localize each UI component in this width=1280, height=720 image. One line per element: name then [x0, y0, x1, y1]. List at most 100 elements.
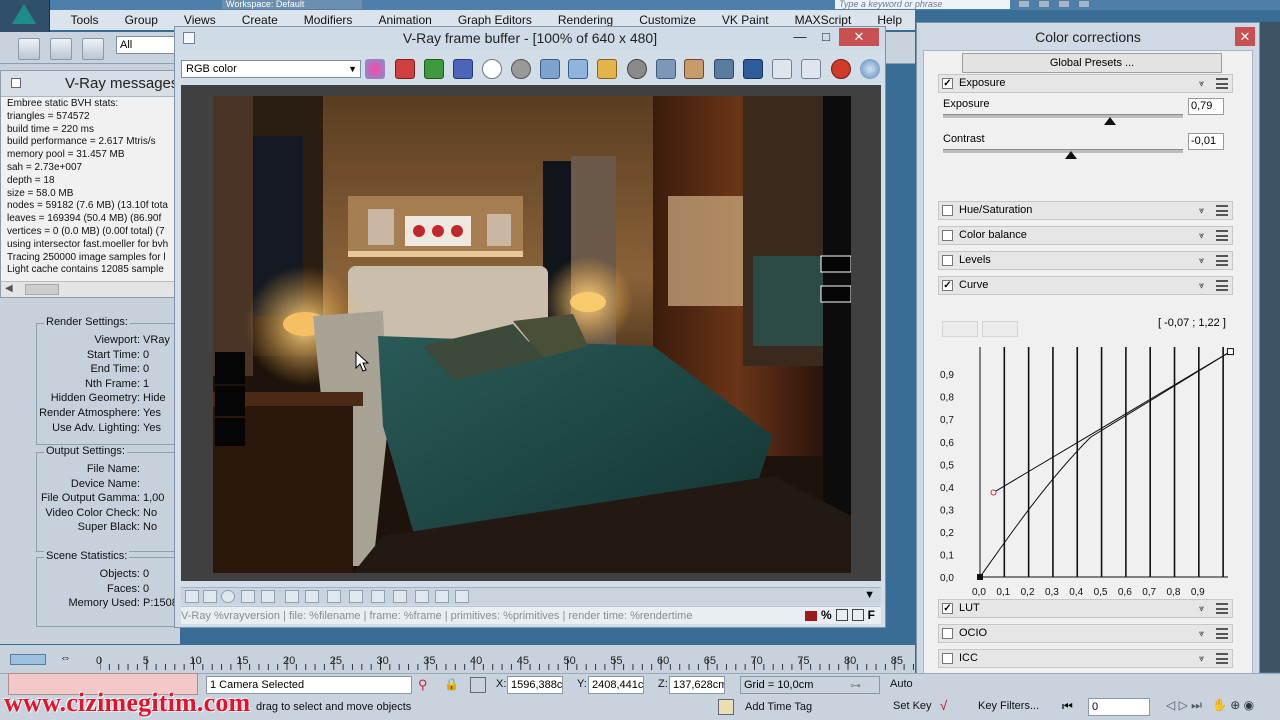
timeline-ruler[interactable] — [100, 658, 915, 670]
menu-graph-editors[interactable]: Graph Editors — [445, 13, 545, 27]
time-slider-thumb[interactable] — [10, 654, 46, 665]
stamp-font-icon[interactable] — [851, 609, 864, 621]
hue-saturation-checkbox[interactable] — [942, 205, 953, 216]
key-icon[interactable]: ⊶ — [850, 679, 878, 692]
lut-checkbox[interactable]: ✓ — [942, 603, 953, 614]
menu-icon[interactable] — [1216, 255, 1228, 266]
key-filters-button[interactable]: Key Filters... — [978, 700, 1039, 712]
chevron-double-down-icon[interactable]: ⩔ — [1195, 228, 1208, 242]
stamp-align-icon[interactable] — [835, 609, 848, 621]
menu-icon[interactable] — [1216, 205, 1228, 216]
channel-dropdown[interactable]: RGB color ▼ — [181, 60, 361, 78]
menu-rendering[interactable]: Rendering — [545, 13, 626, 27]
menu-icon[interactable] — [1216, 603, 1228, 614]
menu-group[interactable]: Group — [112, 13, 171, 27]
absolute-mode-icon[interactable] — [470, 677, 486, 693]
stamp-percent-button[interactable]: % — [821, 608, 832, 622]
global-presets-button[interactable]: Global Presets ... — [962, 53, 1222, 73]
stamp-color-icon[interactable] — [804, 611, 817, 621]
search-input[interactable]: Type a keyword or phrase — [835, 0, 1010, 9]
link-icon[interactable] — [18, 38, 40, 60]
load-history-icon[interactable] — [203, 590, 217, 603]
stereo-icon[interactable] — [261, 590, 275, 603]
chevron-double-down-icon[interactable]: ⩔ — [1195, 253, 1208, 267]
save-all-icon[interactable] — [568, 59, 588, 79]
maximize-button[interactable]: □ — [813, 28, 839, 46]
stamp-font-button[interactable]: F — [868, 608, 875, 622]
duplicate-to-max-fb-icon[interactable] — [656, 59, 676, 79]
color-balance-icon[interactable] — [435, 590, 449, 603]
key-mode-icon[interactable]: √ — [940, 698, 962, 716]
color-balance-checkbox[interactable] — [942, 230, 953, 241]
exposure-slider-knob[interactable] — [1103, 117, 1116, 125]
render-viewport[interactable] — [181, 85, 881, 581]
scroll-left-icon[interactable]: ◀ — [5, 283, 13, 294]
menu-icon[interactable] — [1216, 628, 1228, 639]
scroll-thumb[interactable] — [25, 284, 59, 295]
binoculars-icon[interactable] — [1018, 0, 1030, 8]
menu-tools[interactable]: Tools — [58, 13, 112, 27]
curve-icon[interactable] — [305, 590, 319, 603]
horizontal-scrollbar[interactable]: ◀ — [1, 281, 175, 297]
section-hue-saturation[interactable]: Hue/Saturation ⩔ — [938, 201, 1233, 220]
section-lut[interactable]: ✓ LUT ⩔ — [938, 599, 1233, 618]
chevron-double-down-icon[interactable]: ⩔ — [1195, 203, 1208, 217]
favorites-icon[interactable] — [1038, 0, 1050, 8]
close-button[interactable]: ✕ — [1235, 27, 1255, 46]
contrast-value-field[interactable]: -0,01 — [1188, 133, 1224, 150]
menu-help[interactable]: Help — [864, 13, 915, 27]
levels-checkbox[interactable] — [942, 255, 953, 266]
max-application-button[interactable] — [0, 0, 50, 32]
go-to-start-icon[interactable]: ⏮ — [1062, 699, 1073, 714]
menu-modifiers[interactable]: Modifiers — [291, 13, 366, 27]
selection-filter-dropdown[interactable]: All — [116, 36, 176, 54]
exposure-icon[interactable] — [327, 590, 341, 603]
isolate-selection-icon[interactable]: ⚲ — [418, 677, 432, 693]
unlink-icon[interactable] — [50, 38, 72, 60]
section-levels[interactable]: Levels ⩔ — [938, 251, 1233, 270]
add-time-tag-button[interactable]: Add Time Tag — [745, 701, 812, 713]
menu-views[interactable]: Views — [171, 13, 229, 27]
auto-key-button[interactable]: Auto Key — [890, 678, 916, 690]
curve-reset-button[interactable] — [942, 321, 978, 337]
region-render-icon[interactable] — [743, 59, 763, 79]
menu-icon[interactable] — [1216, 653, 1228, 664]
x-coordinate-field[interactable]: 1596,388c — [507, 676, 563, 694]
save-image-icon[interactable] — [540, 59, 560, 79]
chevron-double-down-icon[interactable]: ⩔ — [1195, 626, 1208, 640]
bind-spacewarp-icon[interactable] — [82, 38, 104, 60]
chevron-double-down-icon[interactable]: ⩔ — [1195, 76, 1208, 90]
y-coordinate-field[interactable]: 2408,441c — [588, 676, 644, 694]
chevron-double-down-icon[interactable]: ⩔ — [1195, 651, 1208, 665]
z-coordinate-field[interactable]: 137,628cm — [669, 676, 725, 694]
set-key-button[interactable]: Set Key — [893, 700, 932, 712]
history-icon[interactable] — [185, 590, 199, 603]
track-mouse-icon[interactable] — [684, 59, 704, 79]
section-ocio[interactable]: OCIO ⩔ — [938, 624, 1233, 643]
star-icon[interactable] — [1058, 0, 1070, 8]
curve-control-point[interactable] — [990, 489, 997, 496]
curve-start-point[interactable] — [977, 574, 983, 580]
workspace-selector[interactable]: Workspace: Default — [222, 0, 362, 9]
color-corrections-titlebar[interactable]: Color corrections ✕ — [917, 23, 1259, 50]
clear-image-icon[interactable] — [627, 59, 647, 79]
chevron-double-down-icon[interactable]: ⩔ — [1195, 601, 1208, 615]
selection-lock-icon[interactable]: 🔒 — [444, 677, 459, 693]
menu-icon[interactable] — [1216, 280, 1228, 291]
blue-channel-button[interactable] — [453, 59, 473, 79]
menu-icon[interactable] — [1216, 78, 1228, 89]
menu-maxscript[interactable]: MAXScript — [782, 13, 865, 27]
icc-checkbox[interactable] — [942, 653, 953, 664]
minimize-button[interactable]: — — [787, 28, 813, 46]
exposure-checkbox[interactable]: ✓ — [942, 78, 953, 89]
info-icon[interactable] — [221, 590, 235, 603]
ab-icon[interactable] — [455, 590, 469, 603]
chevron-down-icon[interactable]: ▼ — [864, 589, 875, 601]
red-channel-button[interactable] — [395, 59, 415, 79]
srgb-icon[interactable] — [349, 590, 363, 603]
compare-icon[interactable] — [415, 590, 429, 603]
curve-graph[interactable]: 0,9 0,8 0,7 0,6 0,5 0,4 0,3 0,2 0,1 0,0 0,0 0,1 0,2 0… — [938, 337, 1238, 597]
curve-end-point[interactable] — [1226, 348, 1234, 356]
time-tag-icon[interactable] — [718, 699, 734, 715]
lut-icon[interactable] — [371, 590, 385, 603]
